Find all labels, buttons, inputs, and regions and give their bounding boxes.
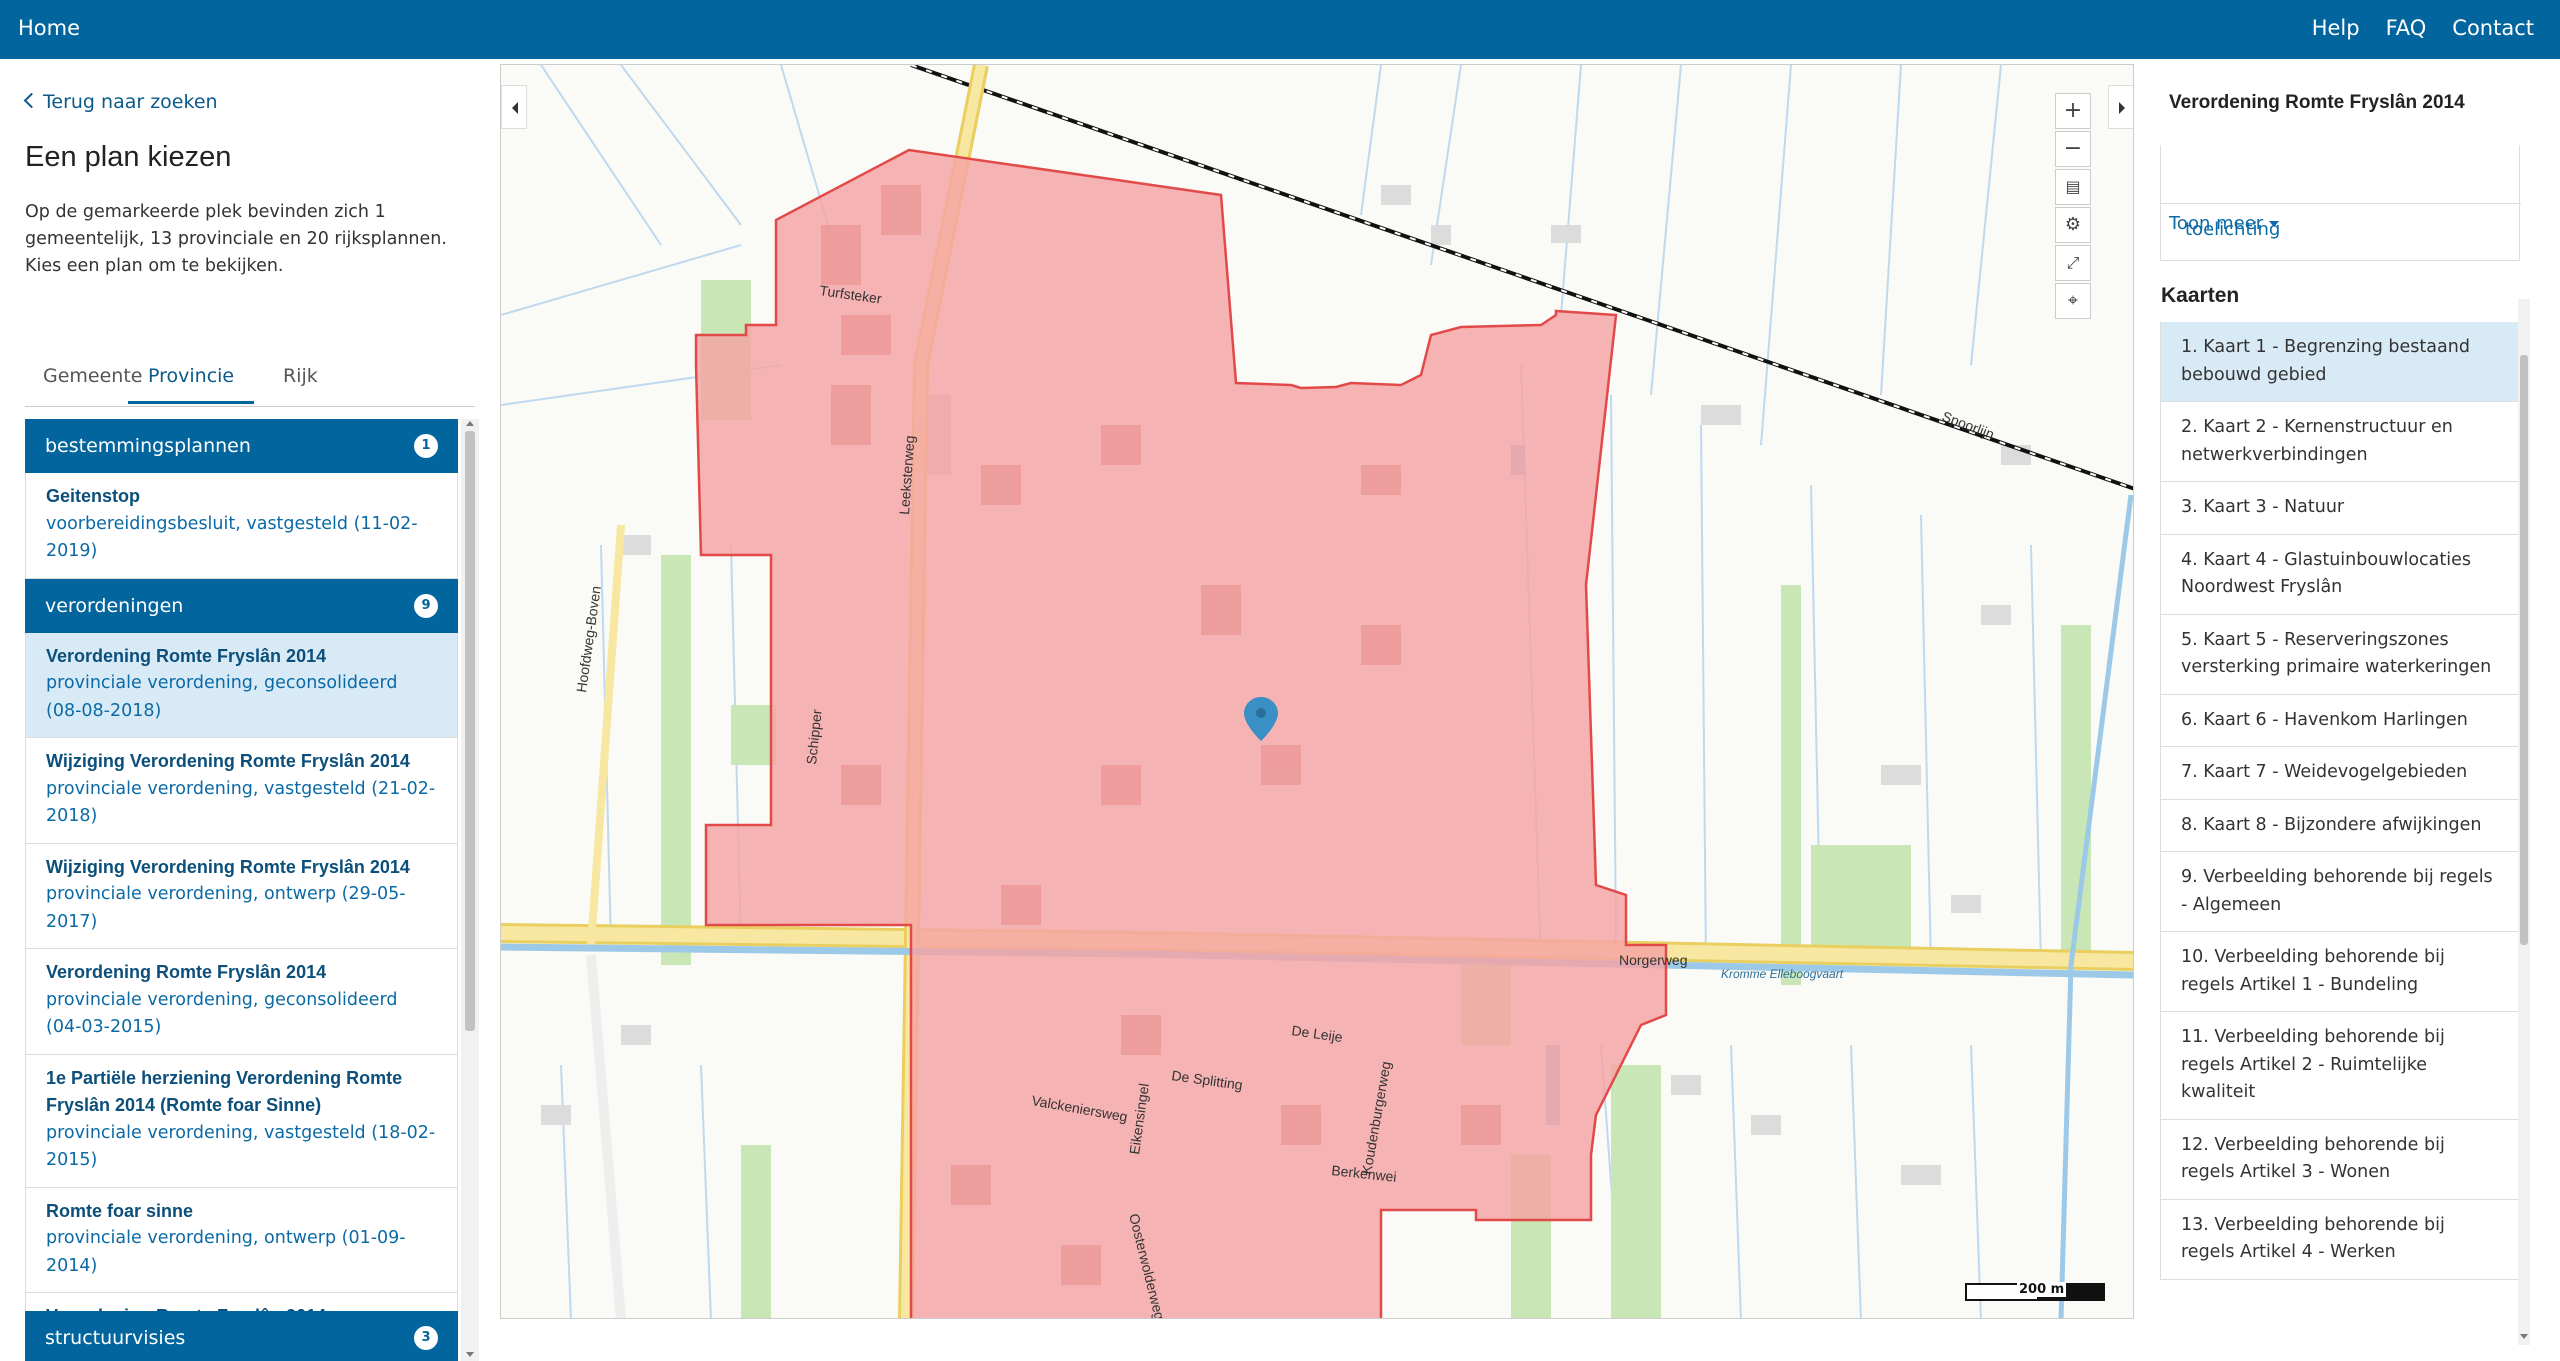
plan-subtitle: provinciale verordening, ontwerp (01-09-… <box>46 1228 406 1276</box>
tab-provincie[interactable]: Provincie <box>128 365 255 404</box>
faq-link[interactable]: FAQ <box>2386 16 2427 40</box>
caret-down-icon <box>2269 221 2280 227</box>
plan-title: Geitenstop <box>46 486 141 506</box>
plan-title: Verordening Romte Fryslân 2014 <box>46 962 327 982</box>
map-item[interactable]: 9. Verbeelding behorende bij regels - Al… <box>2160 852 2520 932</box>
list-item[interactable]: Wijziging Verordening Romte Fryslân 2014… <box>25 738 458 844</box>
count-badge: 9 <box>414 593 438 618</box>
svg-text:Norgerweg: Norgerweg <box>1619 952 1687 968</box>
settings-button[interactable]: ⚙ <box>2055 207 2091 243</box>
plan-title: Wijziging Verordening Romte Fryslân 2014 <box>46 751 410 771</box>
scrollbar-thumb[interactable] <box>465 431 475 1031</box>
category-verordeningen[interactable]: verordeningen 9 <box>25 578 458 633</box>
map-item[interactable]: 5. Kaart 5 - Reserveringszones versterki… <box>2160 614 2520 695</box>
scrollbar-thumb[interactable] <box>2520 355 2528 945</box>
top-navbar: Home Help FAQ Contact <box>0 0 2560 59</box>
map-item[interactable]: 6. Kaart 6 - Havenkom Harlingen <box>2160 694 2520 747</box>
collapse-left-panel-button[interactable] <box>501 85 527 129</box>
contact-link[interactable]: Contact <box>2452 16 2534 40</box>
plan-subtitle: provinciale verordening, vastgesteld (18… <box>46 1122 436 1171</box>
scroll-down-arrow-icon[interactable] <box>466 1352 474 1357</box>
plan-title: Romte foar sinne <box>46 1200 194 1221</box>
left-panel: Terug naar zoeken Een plan kiezen Op de … <box>0 59 490 1361</box>
category-label: structuurvisies <box>45 1327 186 1349</box>
plan-level-tabs: Gemeente Provincie Rijk <box>25 345 475 407</box>
home-link[interactable]: Home <box>18 16 80 40</box>
map-item[interactable]: 4. Kaart 4 - Glastuinbouwlocaties Noordw… <box>2160 534 2520 615</box>
scale-label: 200 m <box>2017 1282 2067 1297</box>
plan-subtitle: provinciale verordening, geconsolideerd … <box>46 673 398 721</box>
back-label: Terug naar zoeken <box>43 91 218 113</box>
show-more-label: Toon meer <box>2169 213 2264 234</box>
map-item[interactable]: 10. Verbeelding behorende bij regels Art… <box>2160 932 2520 1012</box>
list-scrollbar[interactable] <box>461 419 479 1361</box>
fullscreen-button[interactable]: ⤢ <box>2055 245 2091 281</box>
plan-title: Wijziging Verordening Romte Fryslân 2014 <box>46 856 410 877</box>
map-item[interactable]: 7. Kaart 7 - Weidevogelgebieden <box>2160 747 2520 800</box>
list-item[interactable]: Verordening Romte Fryslân 2014 provincial… <box>25 949 458 1055</box>
help-link[interactable]: Help <box>2312 16 2360 40</box>
list-item[interactable]: 1e Partiële herziening Verordening Romte… <box>25 1054 458 1188</box>
map-item[interactable]: 13. Verbeelding behorende bij regels Art… <box>2160 1199 2520 1280</box>
legend-button[interactable]: ▤ <box>2055 169 2091 205</box>
list-item[interactable]: Wijziging Verordening Romte Fryslân 2014… <box>25 843 458 949</box>
list-item[interactable]: Verordening Romte Fryslân 2014 provincial… <box>25 632 458 738</box>
caret-left-icon <box>512 102 518 114</box>
count-badge: 3 <box>414 1326 438 1350</box>
scroll-up-arrow-icon[interactable] <box>466 421 474 426</box>
intro-text: Op de gemarkeerde plek bevinden zich 1 g… <box>25 202 447 276</box>
svg-text:Kromme Elleboogvaart: Kromme Elleboogvaart <box>1721 967 1844 981</box>
plan-subtitle: provinciale verordening, vastgesteld (21… <box>46 778 436 827</box>
count-badge: 1 <box>414 434 438 458</box>
plan-subtitle: provinciale verordening, ontwerp (29-05-… <box>46 884 406 932</box>
chevron-left-icon <box>23 92 40 109</box>
category-label: verordeningen <box>45 594 184 617</box>
map-item[interactable]: 8. Kaart 8 - Bijzondere afwijkingen <box>2160 799 2520 852</box>
back-to-search-link[interactable]: Terug naar zoeken <box>23 91 218 113</box>
scroll-down-arrow-icon[interactable] <box>2520 1334 2528 1339</box>
show-more-button[interactable]: Toon meer <box>2169 213 2280 234</box>
zoom-out-button[interactable]: − <box>2055 131 2091 167</box>
plan-title: Verordening Romte Fryslân 2014 <box>46 645 327 666</box>
plan-title: Verordening Romte Fryslân 2014 <box>2169 92 2465 113</box>
zoom-in-button[interactable]: + <box>2055 93 2091 129</box>
scale-bar: 200 m <box>1965 1282 2105 1301</box>
maps-scrollbar[interactable] <box>2518 299 2530 1345</box>
maps-heading: Kaarten <box>2161 284 2240 307</box>
map-item[interactable]: 1. Kaart 1 - Begrenzing bestaand bebouwd… <box>2160 322 2520 402</box>
plan-subtitle: provinciale verordening, geconsolideerd … <box>46 989 398 1038</box>
map-item[interactable]: 3. Kaart 3 - Natuur <box>2160 482 2520 535</box>
maps-list: 1. Kaart 1 - Begrenzing bestaand bebouwd… <box>2160 322 2520 1280</box>
category-label: bestemmingsplannen <box>45 435 251 457</box>
right-panel: Verordening Romte Fryslân 2014 toelichti… <box>2150 59 2560 1345</box>
map-canvas: Turfsteker Leeksterweg Schipper Hoofdweg… <box>501 65 2133 1318</box>
category-bestemmingsplannen[interactable]: bestemmingsplannen 1 <box>25 419 458 473</box>
plan-list: bestemmingsplannen 1 Geitenstop voorbereid… <box>25 419 480 1361</box>
plan-title: 1e Partiële herziening Verordening Romte… <box>46 1067 403 1116</box>
map-item[interactable]: 11. Verbeelding behorende bij regels Art… <box>2160 1012 2520 1120</box>
category-structuurvisies[interactable]: structuurvisies 3 <box>25 1311 458 1361</box>
plan-subtitle: voorbereidingsbesluit, vastgesteld (11-0… <box>46 513 418 562</box>
map-item[interactable]: 12. Verbeelding behorende bij regels Art… <box>2160 1119 2520 1200</box>
collapse-right-panel-button[interactable] <box>2108 85 2133 129</box>
page-title: Een plan kiezen <box>25 141 232 173</box>
list-item[interactable]: Romte foar sinne provinciale verordening,… <box>25 1187 458 1293</box>
document-list: toelichting <box>2160 145 2521 261</box>
map-item[interactable]: 2. Kaart 2 - Kernenstructuur en netwerkv… <box>2160 402 2520 482</box>
caret-right-icon <box>2119 102 2125 114</box>
locate-button[interactable]: ⌖ <box>2055 283 2091 319</box>
tab-rijk[interactable]: Rijk <box>283 365 318 401</box>
list-item[interactable]: Geitenstop voorbereidingsbesluit, vastges… <box>25 473 458 579</box>
map-viewer[interactable]: Turfsteker Leeksterweg Schipper Hoofdweg… <box>500 64 2134 1319</box>
top-nav: Help FAQ Contact <box>2312 16 2560 40</box>
